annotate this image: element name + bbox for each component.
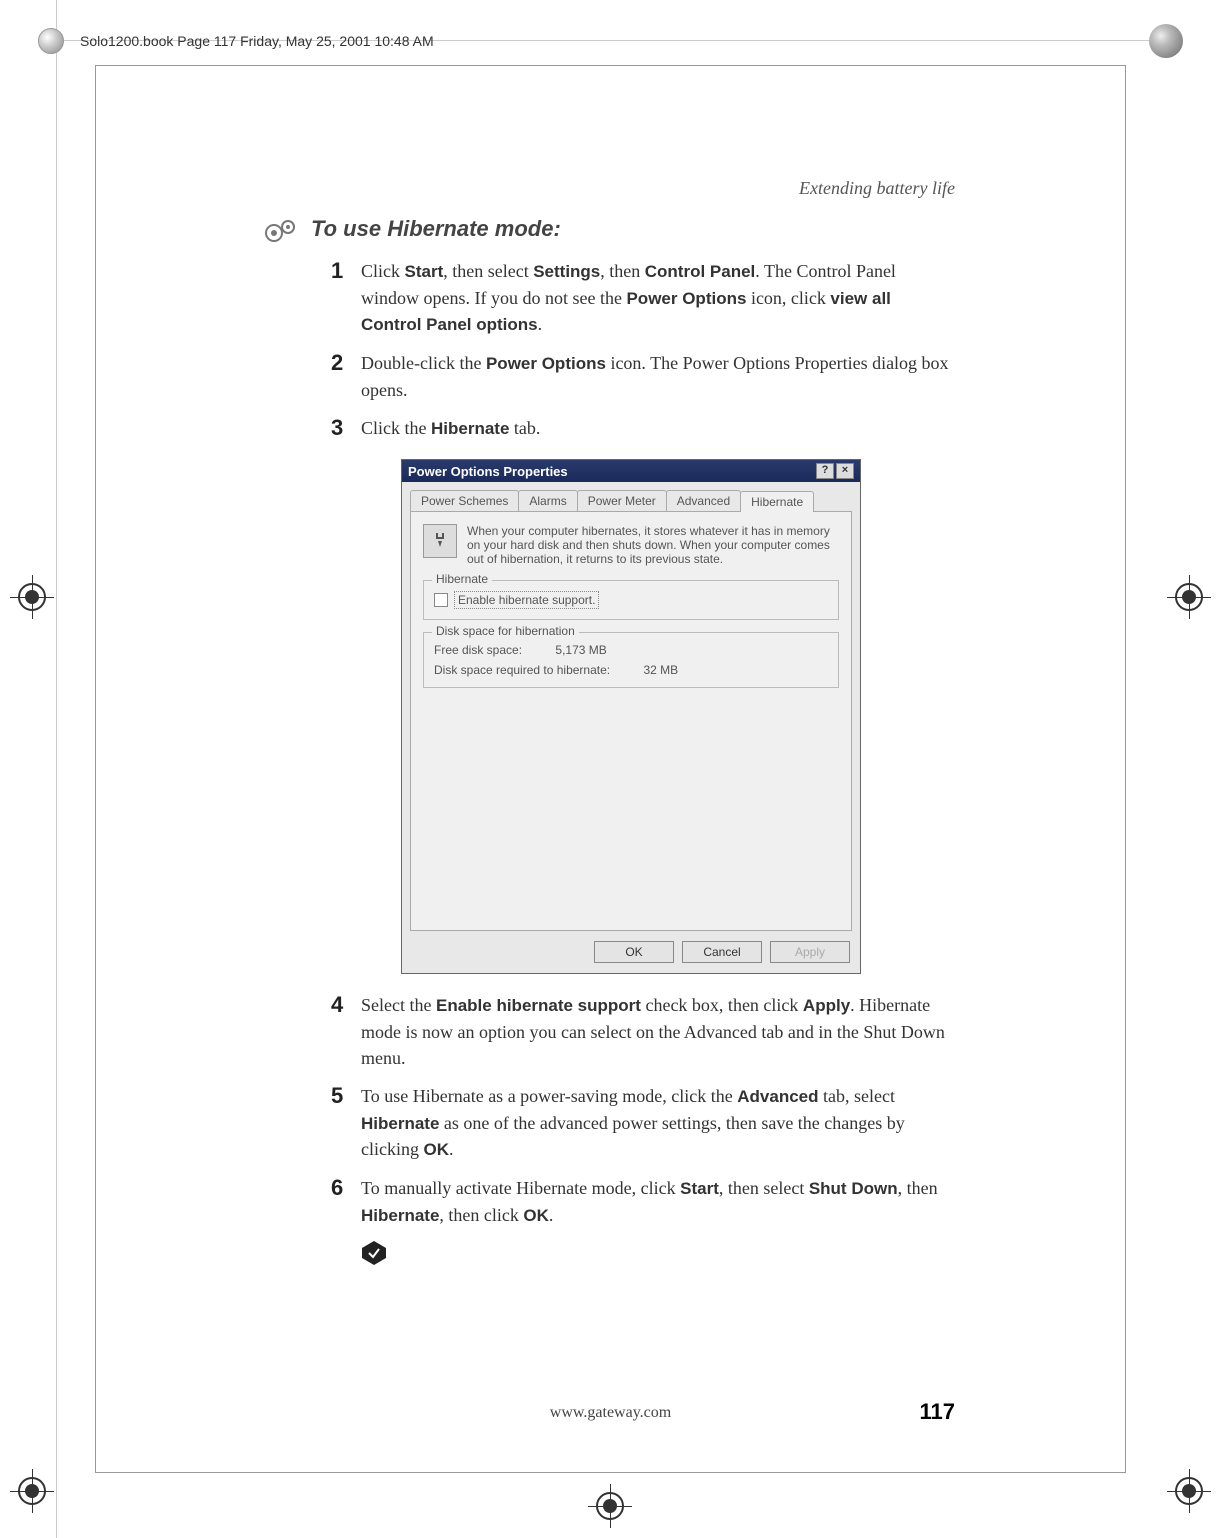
step-text: . [538,314,543,334]
step-3: 3 Click the Hibernate tab. [331,415,955,442]
ui-term: Settings [533,262,600,281]
dialog-tabs: Power Schemes Alarms Power Meter Advance… [402,482,860,511]
step-text: tab, select [819,1086,895,1106]
step-number: 5 [331,1083,361,1163]
hibernate-legend: Hibernate [432,572,492,586]
step-text: , then click [439,1205,523,1225]
tab-advanced[interactable]: Advanced [666,490,741,511]
step-body: Click the Hibernate tab. [361,415,955,442]
ui-term: Hibernate [431,419,509,438]
ui-term: Start [405,262,444,281]
step-text: Select the [361,995,436,1015]
dialog-screenshot: Power Options Properties ? × Power Schem… [401,459,955,974]
step-6: 6 To manually activate Hibernate mode, c… [331,1175,955,1228]
close-button[interactable]: × [836,463,854,479]
registration-mark-icon [10,1469,54,1513]
step-text: , then [898,1178,938,1198]
tab-hibernate[interactable]: Hibernate [740,491,814,512]
print-orb-left-icon [38,28,64,54]
cancel-button[interactable]: Cancel [682,941,762,963]
step-text: To manually activate Hibernate mode, cli… [361,1178,680,1198]
section-heading: To use Hibernate mode: [311,216,561,242]
running-head: Extending battery life [799,178,955,199]
step-text: , then [600,261,645,281]
step-4: 4 Select the Enable hibernate support ch… [331,992,955,1071]
required-disk-label: Disk space required to hibernate: [434,663,610,677]
enable-hibernate-label: Enable hibernate support. [454,591,599,609]
dialog-title: Power Options Properties [408,464,568,479]
step-text: icon, click [746,288,830,308]
apply-button[interactable]: Apply [770,941,850,963]
step-body: To manually activate Hibernate mode, cli… [361,1175,955,1228]
ui-term: Enable hibernate support [436,996,641,1015]
step-number: 3 [331,415,361,442]
step-number: 6 [331,1175,361,1228]
footer-url: www.gateway.com [96,1404,1125,1422]
disk-space-group: Disk space for hibernation Free disk spa… [423,632,839,688]
ui-term: Power Options [626,289,746,308]
ui-term: Power Options [486,354,606,373]
step-text: , then select [443,261,533,281]
tab-power-meter[interactable]: Power Meter [577,490,667,511]
step-body: Click Start, then select Settings, then … [361,258,955,338]
step-number: 2 [331,350,361,403]
step-text: . [449,1139,454,1159]
help-button[interactable]: ? [816,463,834,479]
step-text: Click [361,261,405,281]
ui-term: OK [423,1140,449,1159]
step-body: To use Hibernate as a power-saving mode,… [361,1083,955,1163]
registration-mark-icon [10,575,54,619]
ui-term: Start [680,1179,719,1198]
ok-button[interactable]: OK [594,941,674,963]
ui-term: Control Panel [645,262,756,281]
print-header-text: Solo1200.book Page 117 Friday, May 25, 2… [80,33,434,49]
step-text: Click the [361,418,431,438]
step-text: . [549,1205,554,1225]
step-body: Double-click the Power Options icon. The… [361,350,955,403]
step-text: To use Hibernate as a power-saving mode,… [361,1086,737,1106]
dialog-info-text: When your computer hibernates, it stores… [467,524,839,566]
step-text: , then select [719,1178,809,1198]
print-orb-right-icon [1149,24,1183,58]
required-disk-value: 32 MB [643,663,678,677]
ui-term: OK [523,1206,549,1225]
enable-hibernate-checkbox[interactable] [434,593,448,607]
dialog-tab-panel: When your computer hibernates, it stores… [410,511,852,931]
registration-mark-icon [1167,1469,1211,1513]
ui-term: Hibernate [361,1114,439,1133]
page-frame: Extending battery life To use Hibernate … [95,65,1126,1473]
end-of-procedure-icon [361,1240,387,1266]
step-number: 1 [331,258,361,338]
free-disk-value: 5,173 MB [555,643,606,657]
hibernate-group: Hibernate Enable hibernate support. [423,580,839,620]
step-2: 2 Double-click the Power Options icon. T… [331,350,955,403]
gears-icon [261,216,301,246]
tab-power-schemes[interactable]: Power Schemes [410,490,519,511]
free-disk-label: Free disk space: [434,643,522,657]
step-text: tab. [509,418,540,438]
tab-alarms[interactable]: Alarms [518,490,577,511]
step-text: Double-click the [361,353,486,373]
ui-term: Apply [803,996,850,1015]
plug-icon [423,524,457,558]
ui-term: Shut Down [809,1179,898,1198]
step-body: Select the Enable hibernate support chec… [361,992,955,1071]
ui-term: Advanced [737,1087,818,1106]
step-5: 5 To use Hibernate as a power-saving mod… [331,1083,955,1163]
registration-mark-icon [1167,575,1211,619]
page-number: 117 [920,1399,956,1425]
registration-mark-icon [588,1484,632,1528]
step-number: 4 [331,992,361,1071]
step-1: 1 Click Start, then select Settings, the… [331,258,955,338]
dialog-titlebar: Power Options Properties ? × [402,460,860,482]
disk-space-legend: Disk space for hibernation [432,624,579,638]
ui-term: Hibernate [361,1206,439,1225]
step-text: check box, then click [641,995,803,1015]
